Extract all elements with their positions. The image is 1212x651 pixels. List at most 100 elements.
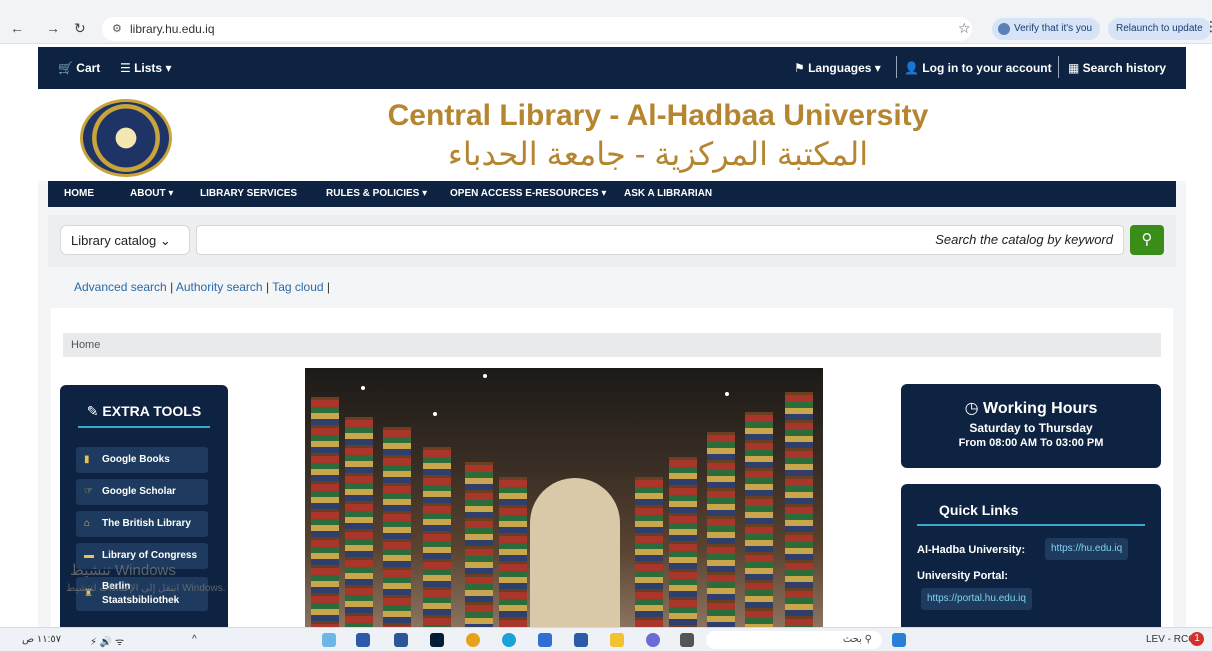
tool-label: Library of Congress: [102, 550, 198, 561]
address-bar[interactable]: ⚙ library.hu.edu.iq: [102, 17, 972, 41]
ceiling-light: [433, 412, 437, 416]
catalog-select[interactable]: Library catalog ⌄: [60, 225, 190, 255]
scholar-icon: ☞: [84, 486, 93, 497]
menu-rules-label: RULES & POLICIES: [326, 188, 420, 199]
lists-label: Lists: [134, 61, 163, 75]
library-photo: [305, 368, 823, 627]
edge-icon[interactable]: [502, 633, 516, 647]
bookshelf: [635, 477, 663, 627]
archway: [530, 478, 620, 627]
reload-icon[interactable]: ↻: [74, 20, 86, 37]
languages-link[interactable]: ⚑ Languages ▾: [794, 61, 881, 75]
menu-about[interactable]: ABOUT ▾: [130, 188, 173, 199]
menu-ask-librarian[interactable]: ASK A LIBRARIAN: [624, 188, 712, 199]
folder-icon[interactable]: [610, 633, 624, 647]
tool-label: Google Books: [102, 454, 170, 465]
bookshelf: [499, 477, 527, 627]
breadcrumb[interactable]: Home: [63, 333, 1161, 357]
verify-button[interactable]: Verify that it's you: [992, 18, 1101, 40]
app-icon[interactable]: [646, 633, 660, 647]
mail-icon[interactable]: [538, 633, 552, 647]
portal-label: University Portal:: [917, 570, 1009, 582]
tool-google-books[interactable]: ▮ Google Books: [76, 447, 208, 473]
working-time: From 08:00 AM To 03:00 PM: [958, 437, 1104, 449]
site-header: Central Library - Al-Hadbaa University ا…: [38, 89, 1186, 181]
catalog-select-value: Library catalog: [71, 233, 157, 248]
menu-open-access-label: OPEN ACCESS E-RESOURCES: [450, 188, 599, 199]
cart-link[interactable]: 🛒 Cart: [58, 61, 100, 75]
extra-tools-label: EXTRA TOOLS: [102, 403, 202, 419]
browser-toolbar: ← → ↻ ⚙ library.hu.edu.iq ☆ Verify that …: [0, 0, 1212, 44]
search-input[interactable]: Search the catalog by keyword: [196, 225, 1124, 255]
portal-link[interactable]: https://portal.hu.edu.iq: [921, 588, 1032, 610]
bookshelf: [465, 462, 493, 627]
main-content: Home ✎ EXTRA TOOLS ▮ Google Books ☞ Google…: [51, 308, 1173, 627]
chrome-icon[interactable]: [466, 633, 480, 647]
bookmark-star-icon[interactable]: ☆: [958, 20, 971, 37]
quick-links-label: Quick Links: [939, 502, 1019, 518]
app-icon[interactable]: [680, 633, 694, 647]
device-name: LEV - RCC: [1146, 634, 1196, 645]
windows-start-icon[interactable]: [892, 633, 906, 647]
university-link[interactable]: https://hu.edu.iq: [1045, 538, 1129, 560]
ceiling-light: [725, 392, 729, 396]
activation-watermark-sub: انتقل إلى الإعدادات لتنشيط Windows.: [66, 583, 226, 594]
menu-about-label: ABOUT: [130, 188, 166, 199]
search-button[interactable]: ⚲: [1130, 225, 1164, 255]
search-bar: Library catalog ⌄ Search the catalog by …: [48, 215, 1176, 267]
working-hours-title: ◷ Working Hours: [901, 398, 1161, 418]
bookshelf: [669, 457, 697, 627]
activation-watermark: تنشيط Windows: [70, 562, 176, 579]
bookshelf: [311, 397, 339, 627]
working-hours-label: Working Hours: [983, 400, 1098, 417]
login-label: Log in to your account: [922, 61, 1052, 75]
clock-icon: ◷: [964, 400, 979, 417]
taskbar-search-label: بحث: [842, 634, 862, 645]
divider: [896, 56, 897, 78]
university-label: Al-Hadba University:: [917, 544, 1026, 556]
book-icon: ▮: [84, 454, 90, 465]
bookshelf: [745, 412, 773, 627]
menu-home[interactable]: HOME: [64, 188, 94, 199]
working-hours-panel: ◷ Working Hours Saturday to Thursday Fro…: [901, 384, 1161, 468]
search-links: Advanced search | Authority search | Tag…: [74, 280, 330, 294]
extra-tools-title: ✎ EXTRA TOOLS: [78, 403, 210, 428]
taskbar-clock[interactable]: ١١:٥٧ ص: [22, 634, 61, 645]
menu-library-services[interactable]: LIBRARY SERVICES: [200, 188, 297, 199]
relaunch-button[interactable]: Relaunch to update: [1108, 18, 1211, 40]
tool-google-scholar[interactable]: ☞ Google Scholar: [76, 479, 208, 505]
back-icon[interactable]: ←: [10, 20, 24, 36]
forward-icon[interactable]: →: [46, 20, 60, 36]
menu-rules-policies[interactable]: RULES & POLICIES ▾: [326, 188, 427, 199]
chevron-up-icon[interactable]: ^: [192, 634, 197, 645]
lists-link[interactable]: ☰ Lists ▾: [120, 61, 171, 75]
tool-british-library[interactable]: ⌂ The British Library: [76, 511, 208, 537]
windows-taskbar: ١١:٥٧ ص ⚡ 🔊 ᯤ ^ بحث ⚲ LEV - RCC 1: [0, 627, 1212, 651]
building-icon: ⌂: [84, 518, 91, 529]
store-icon[interactable]: [574, 633, 588, 647]
word-icon[interactable]: [394, 633, 408, 647]
notification-badge[interactable]: 1: [1190, 632, 1204, 646]
verify-label: Verify that it's you: [1014, 23, 1093, 34]
photoshop-icon[interactable]: [430, 633, 444, 647]
app-icon[interactable]: [356, 633, 370, 647]
app-icon[interactable]: [322, 633, 336, 647]
separator: |: [265, 280, 270, 294]
divider: [1058, 56, 1059, 78]
menu-open-access[interactable]: OPEN ACCESS E-RESOURCES ▾: [450, 188, 606, 199]
ceiling-light: [361, 386, 365, 390]
menu-dots-icon[interactable]: ⋮: [1204, 18, 1212, 35]
authority-search-link[interactable]: Authority search: [176, 280, 263, 294]
advanced-search-link[interactable]: Advanced search: [74, 280, 167, 294]
tool-label: The British Library: [102, 518, 191, 529]
search-history-link[interactable]: ▦ Search history: [1068, 61, 1166, 75]
taskbar-search[interactable]: بحث ⚲: [706, 631, 882, 649]
site-settings-icon[interactable]: ⚙: [112, 17, 122, 41]
system-tray-icons[interactable]: ⚡ 🔊 ᯤ: [90, 634, 124, 648]
url-text: library.hu.edu.iq: [130, 22, 215, 36]
login-link[interactable]: 👤 Log in to your account: [904, 61, 1052, 75]
bookshelf: [345, 417, 373, 627]
tag-cloud-link[interactable]: Tag cloud: [272, 280, 323, 294]
separator: |: [326, 280, 331, 294]
main-menu: HOME ABOUT ▾ LIBRARY SERVICES RULES & PO…: [48, 181, 1176, 207]
